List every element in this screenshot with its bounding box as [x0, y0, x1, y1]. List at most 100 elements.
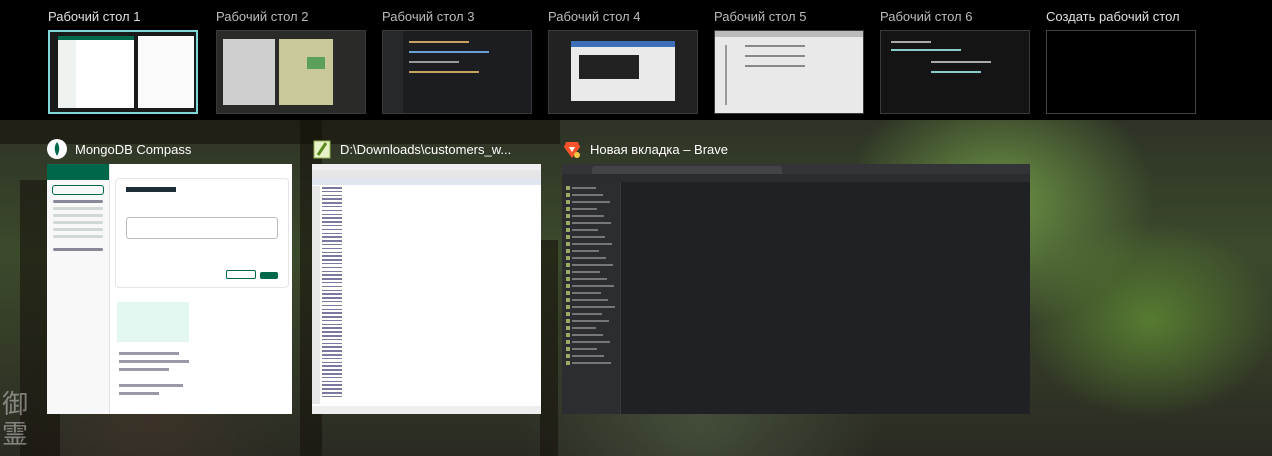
desktop-5[interactable]: Рабочий стол 5 — [714, 8, 864, 114]
text-line — [322, 251, 342, 254]
text-line — [322, 392, 342, 394]
brave-sidebar — [562, 182, 621, 414]
desktop-thumbnail[interactable] — [382, 30, 532, 114]
sidebar-entry — [572, 194, 603, 196]
text-line — [322, 236, 342, 238]
sidebar-entry — [572, 250, 599, 252]
window-preview[interactable] — [312, 164, 541, 414]
text-line — [322, 194, 342, 197]
desktop-label: Рабочий стол 3 — [382, 9, 475, 24]
text-line — [322, 357, 342, 360]
text-line — [322, 266, 342, 269]
text-line — [322, 361, 342, 364]
sidebar-entry — [572, 271, 600, 273]
new-desktop[interactable]: Создать рабочий стол — [1046, 8, 1196, 114]
text-lines — [322, 187, 342, 400]
desktop-6[interactable]: Рабочий стол 6 — [880, 8, 1030, 114]
sidebar-entry — [572, 327, 596, 329]
text-line — [322, 335, 342, 337]
text-line — [322, 232, 342, 235]
text-line — [322, 388, 342, 390]
sidebar-entry — [572, 187, 596, 189]
text-line — [322, 240, 342, 242]
new-connection-card — [115, 178, 289, 288]
text-line — [322, 274, 342, 276]
desktop-label: Рабочий стол 5 — [714, 9, 807, 24]
text-line — [322, 202, 342, 204]
desktop-thumbnail[interactable] — [48, 30, 198, 114]
sidebar-entry — [572, 299, 608, 301]
sidebar-entry — [572, 292, 601, 294]
sidebar-entry — [572, 278, 607, 280]
wallpaper-signboard: 御霊 — [2, 390, 29, 450]
window-header[interactable]: MongoDB Compass — [47, 136, 292, 162]
text-line — [322, 293, 342, 295]
sidebar-entry — [572, 285, 614, 287]
desktop-4[interactable]: Рабочий стол 4 — [548, 8, 698, 114]
text-line — [322, 297, 342, 299]
text-line — [322, 198, 342, 200]
text-line — [322, 331, 342, 333]
text-line — [322, 205, 342, 208]
text-line — [322, 369, 342, 371]
sidebar-entry — [572, 208, 597, 210]
window-preview[interactable] — [562, 164, 1030, 414]
text-line — [322, 327, 342, 329]
desktop-thumbnail[interactable] — [714, 30, 864, 114]
sidebar-entry — [572, 264, 613, 266]
desktop-3[interactable]: Рабочий стол 3 — [382, 8, 532, 114]
brave-lion-icon — [564, 142, 580, 158]
text-line — [322, 243, 342, 246]
sidebar-entry — [572, 215, 604, 217]
sidebar-entry — [572, 334, 603, 336]
text-line — [322, 255, 342, 257]
text-line — [322, 346, 342, 348]
sidebar-entry — [572, 313, 602, 315]
text-line — [322, 304, 342, 307]
window-brave[interactable]: Новая вкладка – Brave — [562, 136, 1030, 414]
desktop-label: Рабочий стол 4 — [548, 9, 641, 24]
sidebar-entry — [572, 320, 609, 322]
text-line — [322, 338, 342, 341]
sidebar-entry — [572, 257, 606, 259]
text-line — [322, 221, 342, 223]
text-line — [322, 289, 342, 292]
sidebar-entry — [572, 222, 611, 224]
window-preview[interactable] — [47, 164, 292, 414]
virtual-desktops-bar: Рабочий стол 1 Рабочий стол 2 Рабочий ст… — [0, 0, 1272, 120]
sidebar-entry — [572, 341, 610, 343]
text-line — [322, 384, 342, 386]
text-line — [322, 213, 342, 216]
window-header[interactable]: D:\Downloads\customers_w... — [312, 136, 541, 162]
desktop-thumbnail[interactable] — [880, 30, 1030, 114]
text-line — [322, 187, 342, 189]
window-notepad[interactable]: D:\Downloads\customers_w... — [312, 136, 541, 414]
window-title: MongoDB Compass — [75, 141, 192, 157]
notepad-plus-plus-icon — [313, 140, 331, 159]
window-header[interactable]: Новая вкладка – Brave — [562, 136, 1030, 162]
compass-help-panel — [117, 302, 189, 342]
window-mongodb-compass[interactable]: MongoDB Compass — [47, 136, 292, 414]
text-line — [322, 365, 342, 367]
sidebar-entry — [572, 229, 598, 231]
desktop-1[interactable]: Рабочий стол 1 — [48, 8, 198, 114]
desktop-thumbnail[interactable] — [216, 30, 366, 114]
sidebar-entry — [572, 348, 597, 350]
text-line — [322, 354, 342, 356]
sidebar-entry — [572, 355, 604, 357]
sidebar-entry — [572, 236, 605, 238]
text-line — [322, 262, 342, 265]
new-desktop-thumbnail[interactable] — [1046, 30, 1196, 114]
text-line — [322, 319, 342, 322]
text-line — [322, 247, 342, 250]
text-line — [322, 278, 342, 280]
desktop-2[interactable]: Рабочий стол 2 — [216, 8, 366, 114]
text-line — [322, 373, 342, 375]
mongodb-leaf-icon — [47, 139, 67, 159]
text-line — [322, 300, 342, 303]
text-line — [322, 316, 342, 318]
text-line — [322, 217, 342, 219]
sidebar-entry — [572, 362, 611, 364]
desktop-thumbnail[interactable] — [548, 30, 698, 114]
text-line — [322, 259, 342, 261]
